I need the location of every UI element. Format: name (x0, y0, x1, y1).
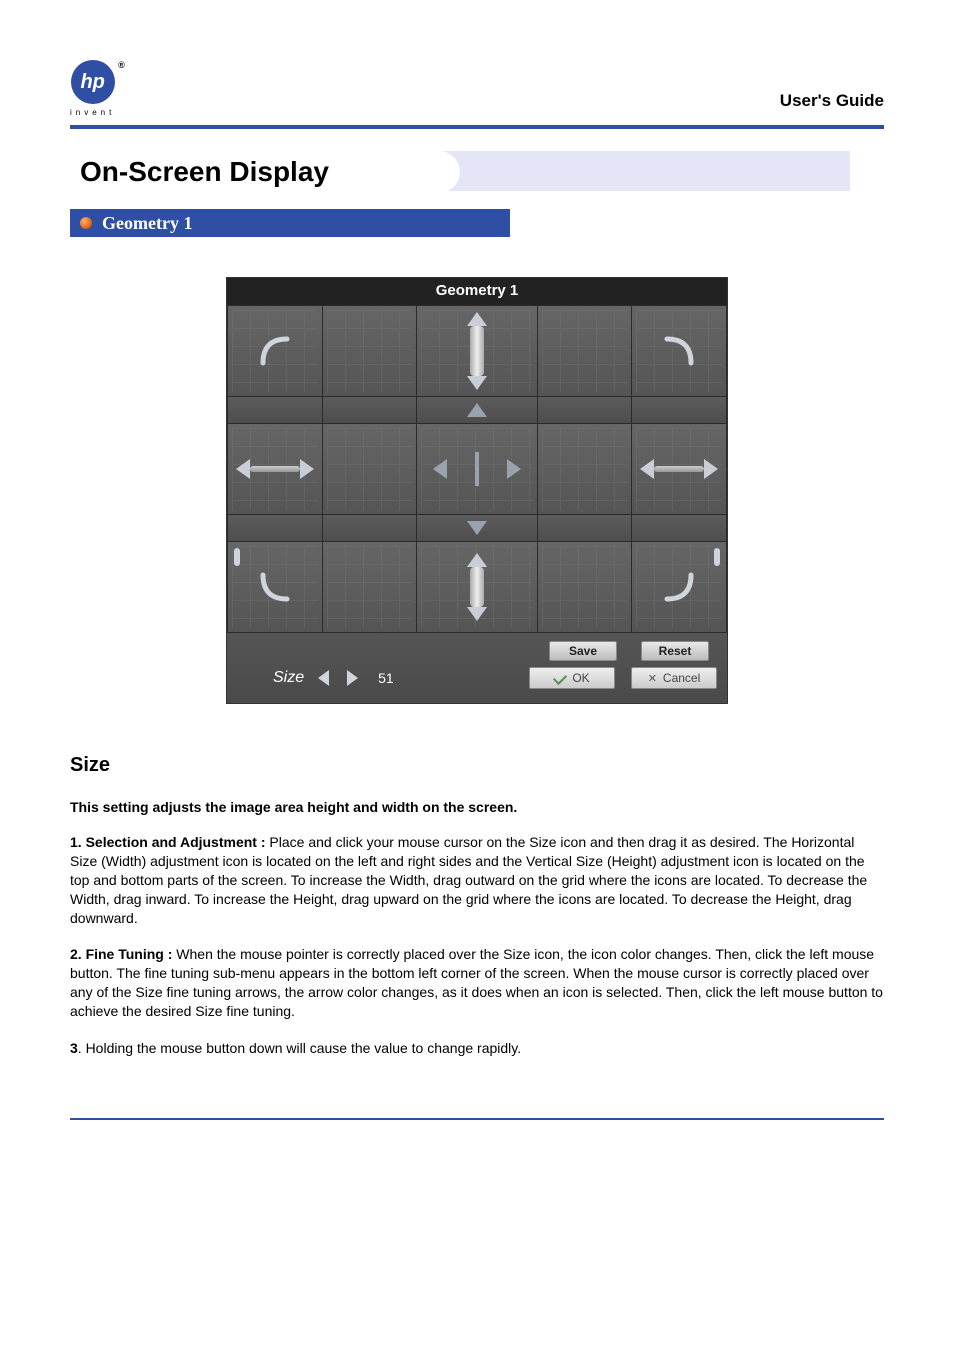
section-banner: Geometry 1 (70, 209, 510, 237)
corner-tr-icon[interactable] (632, 306, 726, 396)
osd-panel: Geometry 1 (226, 277, 728, 704)
page-banner: On-Screen Display (70, 151, 850, 191)
fine-tune-increase-icon[interactable] (347, 670, 358, 686)
cancel-button[interactable]: Cancel (631, 667, 717, 689)
close-icon (648, 671, 657, 685)
paragraph-3: 3. Holding the mouse button down will ca… (70, 1039, 884, 1058)
size-vertical-icon[interactable] (417, 306, 536, 396)
cancel-button-label: Cancel (663, 671, 700, 685)
grid-cell (538, 424, 632, 514)
fine-tune-value: 51 (378, 670, 394, 686)
hp-logo-text: invent (70, 108, 115, 117)
fine-tune-label: Size (273, 669, 304, 687)
fine-tune-decrease-icon[interactable] (318, 670, 329, 686)
p2-body: When the mouse pointer is correctly plac… (70, 946, 883, 1019)
grid-cell (323, 397, 417, 423)
size-vertical-bottom-icon[interactable] (417, 542, 536, 632)
grid-cell (323, 306, 417, 396)
grid-cell (538, 515, 632, 541)
p3-body: . Holding the mouse button down will cau… (78, 1040, 521, 1056)
footer-rule (70, 1118, 884, 1120)
grid-cell (323, 515, 417, 541)
size-horizontal-left-icon[interactable] (228, 424, 322, 514)
hp-logo-mark: hp (80, 71, 104, 94)
grid-cell (538, 542, 632, 632)
save-button[interactable]: Save (549, 641, 617, 661)
corner-bl-icon[interactable] (228, 542, 322, 632)
check-icon (553, 671, 567, 685)
center-nav-icon[interactable] (417, 424, 536, 514)
section-title: Size (70, 754, 884, 777)
corner-tl-icon[interactable] (228, 306, 322, 396)
osd-grid (227, 305, 727, 633)
ok-button[interactable]: OK (529, 667, 615, 689)
bullet-icon (80, 217, 92, 229)
reset-button[interactable]: Reset (641, 641, 709, 661)
guide-title: User's Guide (780, 91, 884, 117)
size-horizontal-right-icon[interactable] (632, 424, 726, 514)
grid-cell (228, 397, 322, 423)
page-title: On-Screen Display (80, 156, 329, 188)
p1-lead: 1. Selection and Adjustment : (70, 834, 266, 850)
osd-title: Geometry 1 (227, 278, 727, 305)
mini-down-icon[interactable] (417, 515, 536, 541)
hp-logo: hp ® invent (70, 60, 115, 117)
grid-cell (538, 397, 632, 423)
grid-cell (632, 515, 726, 541)
mini-up-icon[interactable] (417, 397, 536, 423)
corner-br-icon[interactable] (632, 542, 726, 632)
ok-button-label: OK (572, 671, 589, 685)
grid-cell (538, 306, 632, 396)
grid-cell (228, 515, 322, 541)
grid-cell (323, 424, 417, 514)
paragraph-2: 2. Fine Tuning : When the mouse pointer … (70, 945, 884, 1021)
grid-cell (323, 542, 417, 632)
paragraph-1: 1. Selection and Adjustment : Place and … (70, 833, 884, 927)
lead-text: This setting adjusts the image area heig… (70, 799, 884, 815)
section-banner-title: Geometry 1 (102, 213, 192, 234)
p3-lead: 3 (70, 1040, 78, 1056)
p2-lead: 2. Fine Tuning : (70, 946, 172, 962)
header-rule (70, 125, 884, 129)
grid-cell (632, 397, 726, 423)
